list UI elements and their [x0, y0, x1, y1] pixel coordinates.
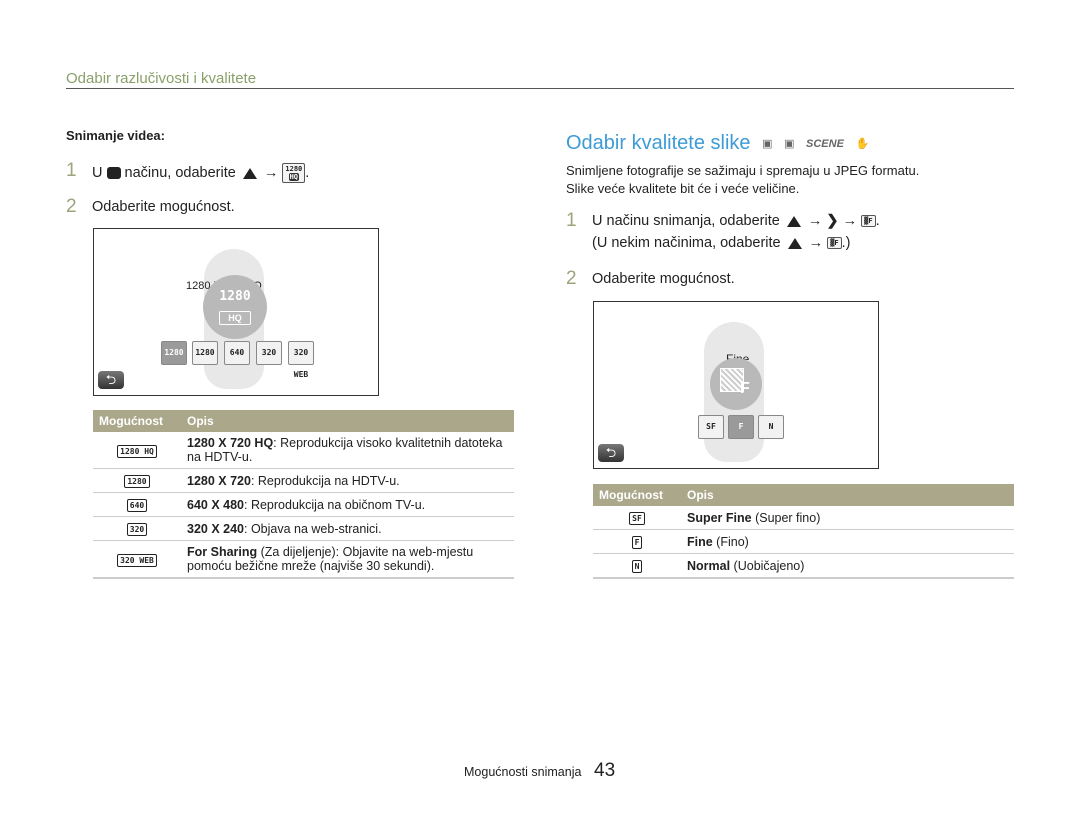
chevron-right-icon: ❯ [826, 213, 839, 229]
table-header-row: Mogućnost Opis [593, 484, 1014, 506]
scene-mode-icon: SCENE [806, 137, 844, 150]
quality-fine-icon: ▓F [827, 237, 842, 250]
step-number: 1 [566, 210, 577, 231]
up-triangle-icon [786, 215, 801, 227]
right-step-2-text: Odaberite mogućnost. [592, 271, 735, 287]
page-number: 43 [594, 760, 616, 781]
video-options-table: Mogućnost Opis 1280 HQ 1280 X 720 HQ: Re… [93, 410, 514, 579]
option-icon: 1280 [93, 468, 181, 493]
option-fine[interactable]: F [728, 415, 754, 439]
page-title: Odabir kvalitete slike ▣ ▣ SCENE ✋ [566, 132, 869, 155]
back-button[interactable]: ⮌ [98, 371, 124, 389]
video-mode-icon [106, 167, 121, 179]
table-row: 1280 1280 X 720: Reprodukcija na HDTV-u. [93, 468, 514, 493]
selected-option-circle: 1280 HQ [203, 275, 267, 339]
option-icon: 640 [93, 492, 181, 517]
header-rule [66, 88, 1014, 89]
table-row: 1280 HQ 1280 X 720 HQ: Reprodukcija viso… [93, 432, 514, 469]
left-step-1: 1 U načinu, odaberite → 1280 HQ. [66, 160, 386, 186]
option-icon: F [593, 529, 681, 554]
right-step-1: 1 U načinu snimanja, odaberite → ❯ → ▓F.… [566, 210, 1006, 260]
table-row: SF Super Fine (Super fino) [593, 506, 1014, 530]
camera-icon: ▣ [762, 138, 773, 151]
option-1280[interactable]: 1280 [192, 341, 218, 365]
camera-screen-video: 1280 X 720 HQ 1280 HQ 1280 HQ 1280 640 3… [93, 228, 379, 396]
header-option: Mogućnost [93, 410, 181, 432]
circle-top-label: 1280 [219, 289, 251, 304]
option-icon: 320 WEB [93, 540, 181, 579]
circle-label: F [740, 380, 750, 397]
step-number: 2 [66, 196, 77, 217]
table-row: N Normal (Uobičajeno) [593, 553, 1014, 579]
step-text-mid: načinu, odaberite [124, 164, 236, 181]
intro-text: Snimljene fotografije se sažimaju i spre… [566, 162, 919, 198]
table-row: F Fine (Fino) [593, 529, 1014, 554]
header-description: Opis [681, 484, 1014, 506]
option-description: 1280 X 720 HQ: Reprodukcija visoko kvali… [181, 432, 514, 469]
circle-bottom-label: HQ [219, 311, 251, 325]
option-description: For Sharing (Za dijeljenje): Objavite na… [181, 540, 514, 579]
option-320-web[interactable]: 320 WEB [288, 341, 314, 379]
smart-camera-icon: ▣ [784, 138, 795, 151]
option-icon: N [593, 553, 681, 579]
option-1280-hq[interactable]: 1280 HQ [161, 341, 187, 379]
intro-line-1: Snimljene fotografije se sažimaju i spre… [566, 163, 920, 178]
dual-is-icon: ✋ [855, 138, 870, 151]
quality-fine-icon: ▓F [861, 215, 876, 228]
right-step-1-line-1: U načinu snimanja, odaberite → ❯ → ▓F. [592, 213, 880, 229]
page-title-text: Odabir kvalitete slike [566, 132, 751, 154]
resolution-1280-hq-icon: 1280 HQ [282, 163, 306, 183]
arrow-glyph: → [263, 164, 279, 181]
option-super-fine[interactable]: SF [698, 415, 724, 439]
option-description: 640 X 480: Reprodukcija na običnom TV-u. [181, 492, 514, 517]
option-320[interactable]: 320 [256, 341, 282, 365]
option-icon: 1280 HQ [93, 432, 181, 469]
header-option: Mogućnost [593, 484, 681, 506]
table-row: 320 WEB For Sharing (Za dijeljenje): Obj… [93, 540, 514, 579]
option-description: Normal (Uobičajeno) [681, 553, 1014, 579]
right-step-1-line-2: (U nekim načinima, odaberite → ▓F.) [592, 235, 851, 251]
up-triangle-icon [242, 167, 257, 179]
footer-chapter: Mogućnosti snimanja [464, 765, 582, 779]
selected-option-circle: F [710, 358, 762, 410]
option-description: Super Fine (Super fino) [681, 506, 1014, 530]
right-step-2: 2 Odaberite mogućnost. [566, 268, 886, 294]
step-number: 1 [66, 160, 77, 181]
option-icon: SF [593, 506, 681, 530]
option-icon: 320 [93, 516, 181, 541]
table-row: 320 320 X 240: Objava na web-stranici. [93, 516, 514, 541]
option-640[interactable]: 640 [224, 341, 250, 365]
table-row: 640 640 X 480: Reprodukcija na običnom T… [93, 492, 514, 517]
quality-options-table: Mogućnost Opis SF Super Fine (Super fino… [593, 484, 1014, 579]
section-title: Odabir razlučivosti i kvalitete [66, 70, 257, 87]
left-step-2-text: Odaberite mogućnost. [92, 199, 235, 215]
header-description: Opis [181, 410, 514, 432]
up-triangle-icon [787, 237, 802, 249]
video-subhead: Snimanje videa: [66, 128, 165, 143]
left-step-2: 2 Odaberite mogućnost. [66, 196, 386, 222]
option-description: 320 X 240: Objava na web-stranici. [181, 516, 514, 541]
option-normal[interactable]: N [758, 415, 784, 439]
intro-line-2: Slike veće kvalitete bit će i veće velič… [566, 181, 800, 196]
option-description: 1280 X 720: Reprodukcija na HDTV-u. [181, 468, 514, 493]
back-button[interactable]: ⮌ [598, 444, 624, 462]
option-description: Fine (Fino) [681, 529, 1014, 554]
step-number: 2 [566, 268, 577, 289]
step-text-pre: U [92, 164, 103, 181]
camera-screen-quality: Fine F SF F N ⮌ [593, 301, 879, 469]
left-step-1-text: U načinu, odaberite → 1280 HQ. [92, 163, 310, 183]
table-header-row: Mogućnost Opis [93, 410, 514, 432]
